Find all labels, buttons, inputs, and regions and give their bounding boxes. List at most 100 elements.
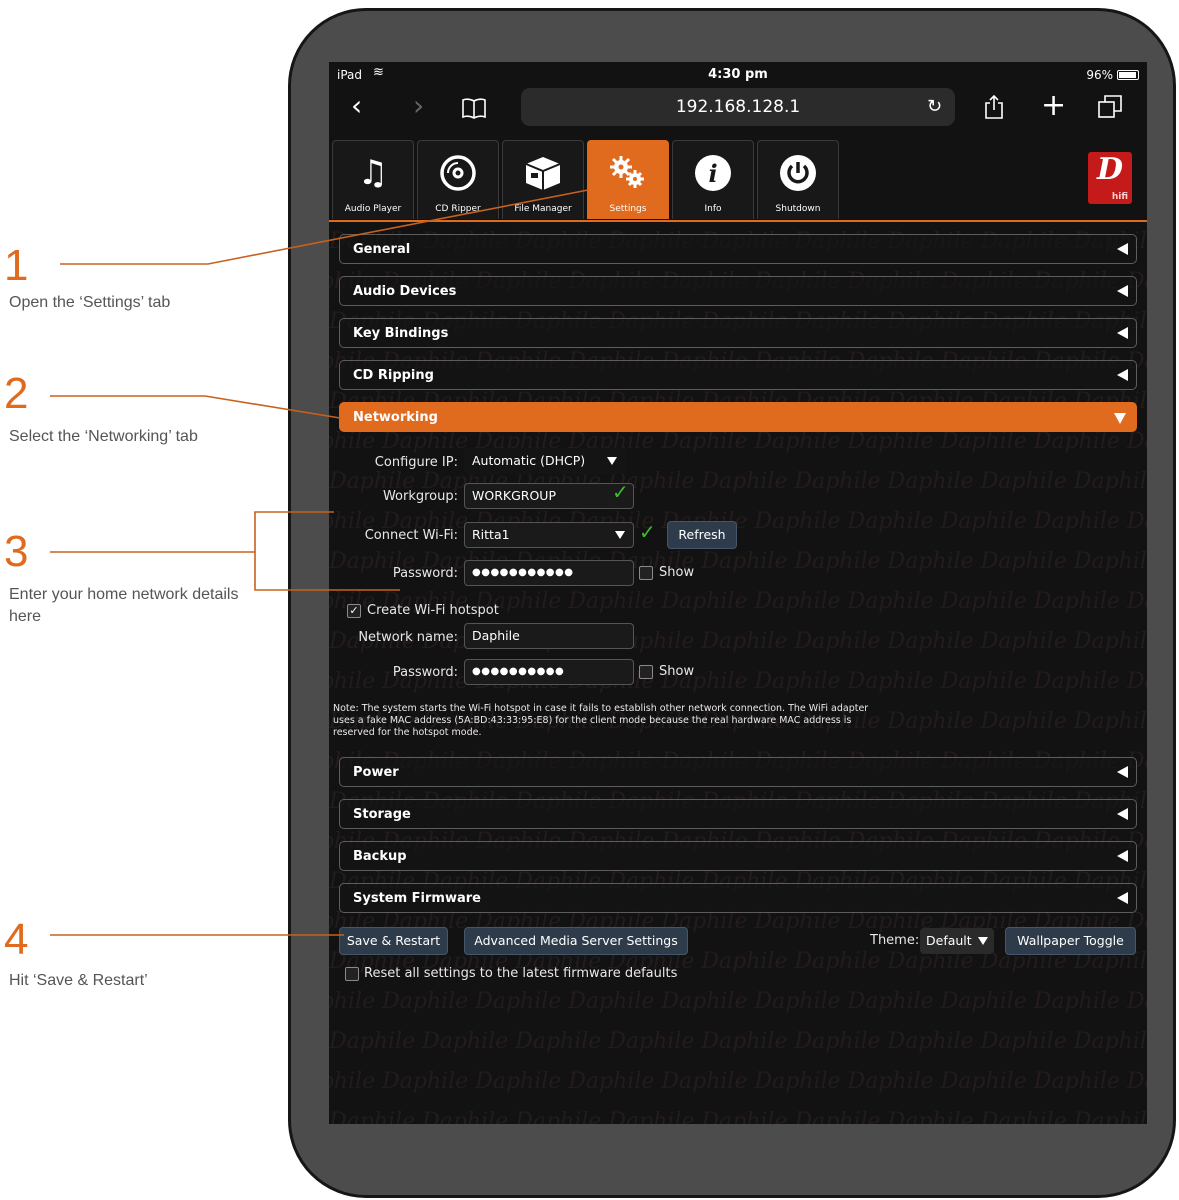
section-system-firmware[interactable]: System Firmware — [339, 883, 1137, 913]
tabs-overview-icon[interactable] — [1097, 94, 1123, 125]
create-hotspot-checkbox[interactable]: ✓ — [347, 604, 361, 618]
reload-icon[interactable]: ↻ — [927, 88, 942, 126]
tab-file-manager[interactable]: File Manager — [502, 140, 584, 219]
bookmarks-icon[interactable] — [461, 96, 487, 124]
section-title: Storage — [353, 807, 411, 822]
collapse-arrow-icon — [1117, 327, 1128, 339]
expand-arrow-icon — [1114, 413, 1126, 424]
connect-wifi-select[interactable]: Ritta1 — [464, 522, 634, 548]
section-power[interactable]: Power — [339, 757, 1137, 787]
section-title: Audio Devices — [353, 284, 457, 299]
wifi-password-value: ●●●●●●●●●●● — [472, 567, 574, 578]
gears-icon — [588, 153, 668, 193]
collapse-arrow-icon — [1117, 285, 1128, 297]
tab-label: Settings — [609, 204, 647, 214]
networking-note: Note: The system starts the Wi-Fi hotspo… — [333, 703, 869, 738]
step-2-number: 2 — [4, 369, 29, 418]
collapse-arrow-icon — [1117, 892, 1128, 904]
tab-info[interactable]: i Info — [672, 140, 754, 219]
watermark-row: Daphile Daphile Daphile Daphile Daphile … — [329, 1069, 1147, 1094]
advanced-media-server-button[interactable]: Advanced Media Server Settings — [464, 927, 688, 955]
ipad-screen: Daphile Daphile Daphile Daphile Daphile … — [329, 62, 1147, 1124]
daphile-logo: D hifi — [1088, 152, 1132, 204]
address-bar[interactable]: 192.168.128.1 — [521, 88, 955, 126]
hotspot-password-input[interactable]: ●●●●●●●●●● — [464, 659, 634, 685]
status-bar: iPad ≋ 4:30 pm 96% — [329, 62, 1147, 88]
configure-ip-value: Automatic (DHCP) — [472, 453, 586, 468]
new-tab-icon[interactable]: + — [1041, 91, 1066, 121]
configure-ip-label: Configure IP: — [374, 455, 458, 470]
tab-audio-player[interactable]: ♫ Audio Player — [332, 140, 414, 219]
section-general[interactable]: General — [339, 234, 1137, 264]
section-cd-ripping[interactable]: CD Ripping — [339, 360, 1137, 390]
tab-label: Shutdown — [775, 204, 821, 214]
theme-select[interactable]: Default — [920, 928, 994, 954]
step-4-text: Hit ‘Save & Restart’ — [9, 972, 148, 989]
step-1-text: Open the ‘Settings’ tab — [9, 294, 171, 311]
collapse-arrow-icon — [1117, 369, 1128, 381]
section-title: Key Bindings — [353, 326, 449, 341]
tab-label: Audio Player — [344, 204, 402, 214]
configure-ip-select[interactable]: Automatic (DHCP) — [464, 448, 626, 474]
step-3-text: Enter your home network details here — [9, 586, 239, 625]
safari-toolbar: ‹ › 192.168.128.1 ↻ + — [329, 88, 1147, 128]
music-note-icon: ♫ — [357, 153, 389, 193]
section-networking[interactable]: Networking — [339, 402, 1137, 432]
svg-text:i: i — [708, 159, 717, 188]
step-2-text: Select the ‘Networking’ tab — [9, 428, 198, 445]
battery-percent: 96% — [1086, 68, 1113, 82]
cd-icon — [418, 153, 498, 193]
workgroup-label: Workgroup: — [382, 489, 458, 504]
section-storage[interactable]: Storage — [339, 799, 1137, 829]
save-restart-button[interactable]: Save & Restart — [339, 927, 448, 955]
theme-value: Default — [926, 933, 972, 948]
logo-sub: hifi — [1111, 192, 1128, 202]
info-icon: i — [673, 153, 753, 193]
hotspot-show-password-checkbox[interactable] — [639, 665, 653, 679]
section-audio-devices[interactable]: Audio Devices — [339, 276, 1137, 306]
logo-letter: D — [1096, 152, 1123, 187]
wifi-password-input[interactable]: ●●●●●●●●●●● — [464, 560, 634, 586]
forward-icon[interactable]: › — [413, 92, 424, 120]
collapse-arrow-icon — [1117, 243, 1128, 255]
collapse-arrow-icon — [1117, 850, 1128, 862]
step-1-number: 1 — [4, 241, 29, 290]
tab-settings[interactable]: Settings — [587, 140, 669, 219]
tab-label: Info — [704, 204, 722, 214]
share-icon[interactable] — [983, 94, 1005, 125]
section-title: General — [353, 242, 411, 257]
section-title: CD Ripping — [353, 368, 434, 383]
tab-shutdown[interactable]: Shutdown — [757, 140, 839, 219]
theme-label: Theme: — [870, 933, 920, 948]
box-icon — [503, 153, 583, 193]
section-title: Backup — [353, 849, 407, 864]
dropdown-arrow-icon — [978, 937, 988, 945]
network-name-input[interactable]: Daphile — [464, 623, 634, 649]
create-hotspot-label: Create Wi-Fi hotspot — [367, 603, 499, 618]
watermark-row: Daphile Daphile Daphile Daphile Daphile … — [329, 1109, 1147, 1124]
section-title: System Firmware — [353, 891, 481, 906]
step-3-number: 3 — [4, 527, 29, 576]
hotspot-password-value: ●●●●●●●●●● — [472, 666, 565, 677]
battery-icon — [1117, 70, 1139, 80]
collapse-arrow-icon — [1117, 808, 1128, 820]
app-tab-bar: ♫ Audio Player CD Ripper File Manager Se… — [329, 140, 1147, 220]
tab-cd-ripper[interactable]: CD Ripper — [417, 140, 499, 219]
watermark-row: Daphile Daphile Daphile Daphile Daphile … — [329, 989, 1147, 1014]
tab-bar-underline — [329, 220, 1147, 222]
show-password-label: Show — [659, 565, 695, 580]
workgroup-input[interactable]: WORKGROUP — [464, 483, 634, 509]
reset-settings-checkbox[interactable] — [345, 967, 359, 981]
section-title: Power — [353, 765, 399, 780]
wallpaper-toggle-button[interactable]: Wallpaper Toggle — [1005, 927, 1136, 955]
refresh-button[interactable]: Refresh — [667, 521, 737, 549]
section-backup[interactable]: Backup — [339, 841, 1137, 871]
section-key-bindings[interactable]: Key Bindings — [339, 318, 1137, 348]
network-name-value: Daphile — [472, 628, 520, 643]
workgroup-valid-icon: ✓ — [612, 480, 629, 504]
back-icon[interactable]: ‹ — [351, 92, 362, 120]
collapse-arrow-icon — [1117, 766, 1128, 778]
show-password-checkbox[interactable] — [639, 566, 653, 580]
dropdown-arrow-icon — [615, 531, 625, 539]
step-4-number: 4 — [4, 915, 29, 964]
